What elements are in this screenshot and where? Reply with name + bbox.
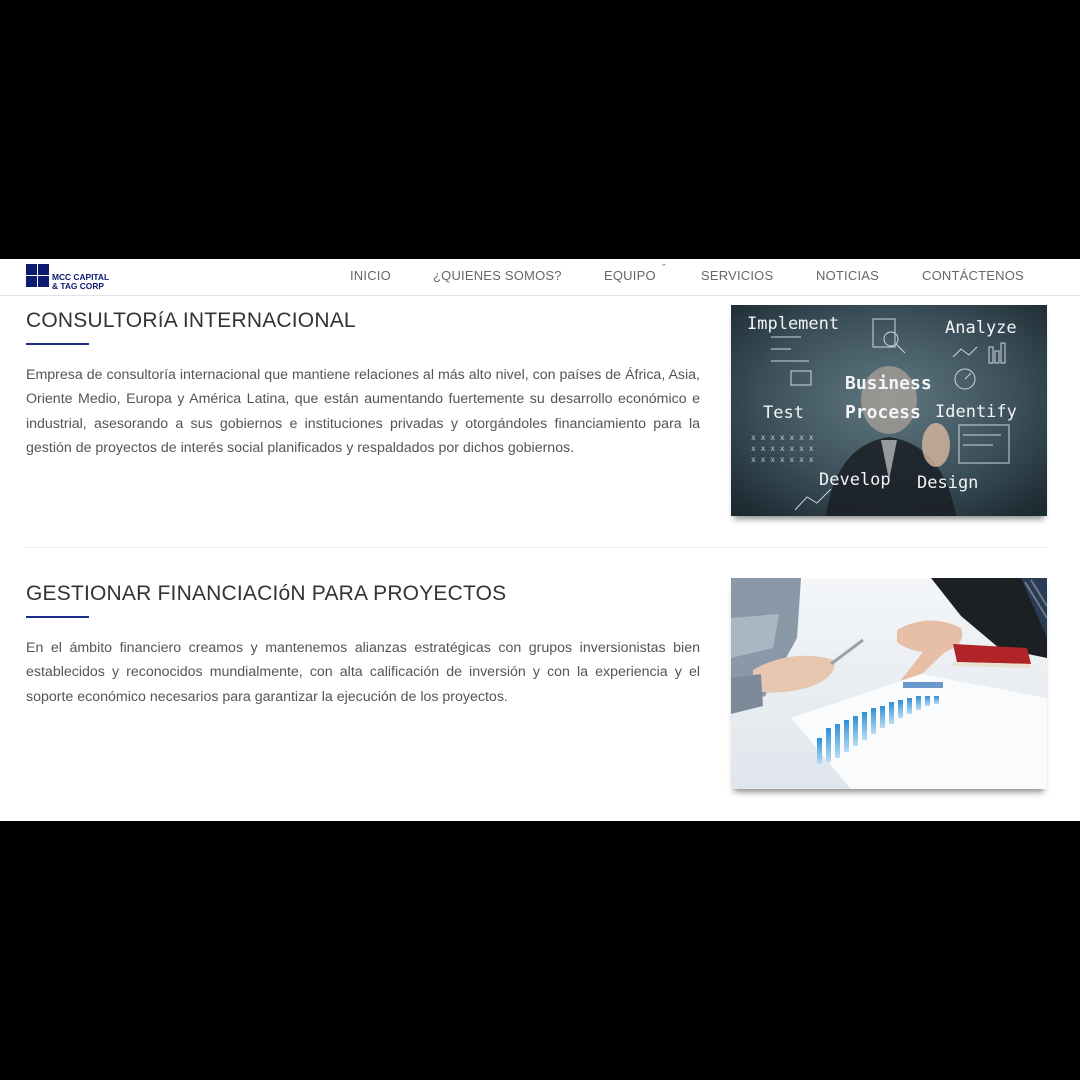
image-word: Design bbox=[917, 473, 978, 493]
section-text: Empresa de consultoría internacional que… bbox=[26, 367, 700, 456]
business-process-image: x x x x x x x x x x x x x x x x x x x x … bbox=[731, 305, 1047, 516]
svg-text:x x x x x x x: x x x x x x x bbox=[751, 444, 814, 453]
company-logo[interactable]: MCC CAPITAL & TAG CORP bbox=[26, 264, 122, 291]
nav-servicios[interactable]: SERVICIOS bbox=[701, 268, 773, 283]
section-title: CONSULTORíA INTERNACIONAL bbox=[26, 309, 356, 332]
nav-equipo[interactable]: EQUIPO bbox=[604, 268, 656, 283]
title-underline bbox=[26, 616, 89, 618]
navbar: MCC CAPITAL & TAG CORP INICIO ¿QUIENES S… bbox=[0, 259, 1080, 296]
nav-contactenos[interactable]: CONTÁCTENOS bbox=[922, 268, 1024, 283]
website-page: MCC CAPITAL & TAG CORP INICIO ¿QUIENES S… bbox=[0, 259, 1080, 821]
nav-inicio[interactable]: INICIO bbox=[350, 268, 391, 283]
image-word: Identify bbox=[935, 402, 1017, 422]
nav-quienes-somos[interactable]: ¿QUIENES SOMOS? bbox=[433, 268, 562, 283]
logo-square bbox=[38, 276, 49, 287]
chevron-down-icon[interactable]: ˇ bbox=[662, 263, 666, 275]
title-underline bbox=[26, 343, 89, 345]
svg-text:x x x x x x x: x x x x x x x bbox=[751, 455, 814, 464]
section-title: GESTIONAR FINANCIACIóN PARA PROYECTOS bbox=[26, 582, 507, 605]
svg-text:x x x x x x x: x x x x x x x bbox=[751, 433, 814, 442]
image-word: Develop bbox=[819, 470, 891, 490]
nav-noticias[interactable]: NOTICIAS bbox=[816, 268, 879, 283]
section-divider bbox=[26, 547, 1048, 548]
logo-square bbox=[26, 264, 37, 275]
image-word: Business bbox=[845, 373, 932, 394]
logo-square bbox=[38, 264, 49, 275]
image-word: Implement bbox=[747, 314, 839, 334]
image-word: Test bbox=[763, 403, 804, 423]
image-word: Process bbox=[845, 402, 921, 423]
logo-line-2: & TAG CORP bbox=[52, 281, 104, 291]
image-word: Analyze bbox=[945, 318, 1017, 338]
finance-meeting-image bbox=[731, 578, 1047, 789]
logo-text: MCC CAPITAL & TAG CORP bbox=[52, 266, 109, 291]
logo-square bbox=[26, 276, 37, 287]
section-text: En el ámbito financiero creamos y manten… bbox=[26, 640, 700, 705]
